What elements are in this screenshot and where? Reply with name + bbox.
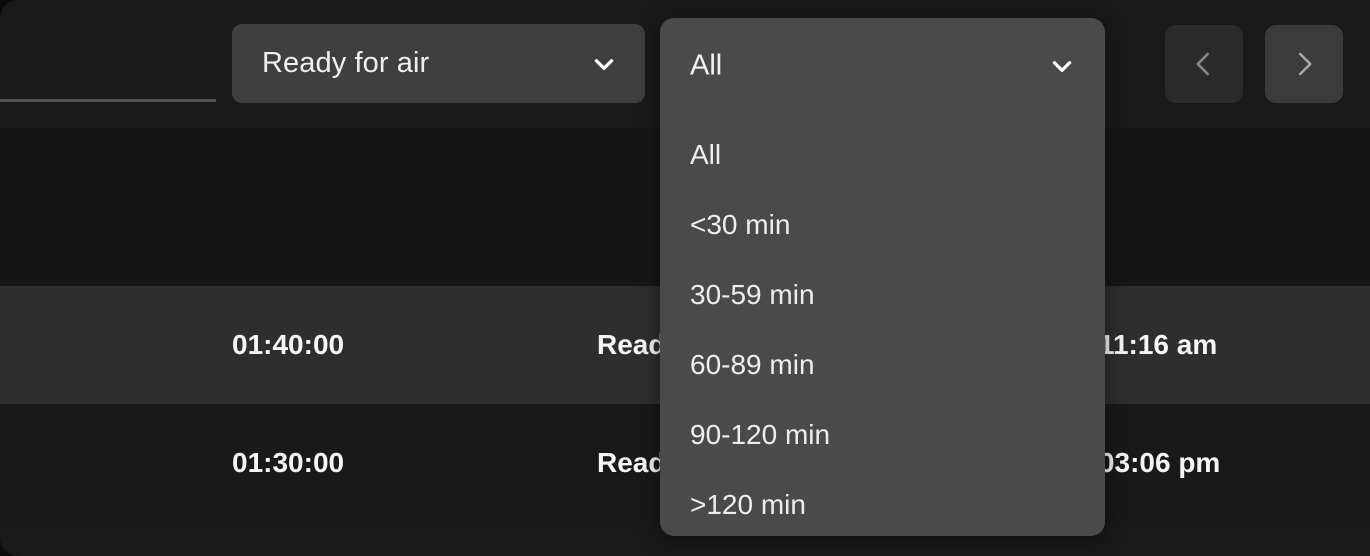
chevron-down-icon <box>1049 53 1075 79</box>
duration-option-label: >120 min <box>690 489 806 520</box>
duration-option-label: 30-59 min <box>690 279 815 310</box>
chevron-left-icon <box>1189 49 1219 79</box>
chevron-down-icon <box>591 51 617 77</box>
duration-option-90-120[interactable]: 90-120 min <box>660 400 1105 470</box>
previous-page-button[interactable] <box>1165 25 1243 103</box>
duration-filter-value: All <box>690 49 723 82</box>
duration-filter-select[interactable]: All <box>660 18 1105 114</box>
duration-option-label: 60-89 min <box>690 349 815 380</box>
duration-option-all[interactable]: All <box>660 120 1105 190</box>
duration-option-label: 90-120 min <box>690 419 831 450</box>
cell-duration: 01:40:00 <box>232 329 345 360</box>
status-filter-select[interactable]: Ready for air <box>232 24 645 103</box>
screen-root: Duration Status Updated 01:40:00 Ready f… <box>0 0 1370 556</box>
cell-duration: 01:30:00 <box>232 447 345 478</box>
duration-option-30-59[interactable]: 30-59 min <box>660 260 1105 330</box>
duration-option-gt-120[interactable]: >120 min <box>660 470 1105 536</box>
next-page-button[interactable] <box>1265 25 1343 103</box>
duration-option-label: All <box>690 139 722 170</box>
duration-option-60-89[interactable]: 60-89 min <box>660 330 1105 400</box>
search-input[interactable] <box>0 30 216 102</box>
duration-option-label: <30 min <box>690 209 791 240</box>
chevron-right-icon <box>1289 49 1319 79</box>
duration-filter-dropdown: All All <30 min 30-59 min 60-89 min 90-1… <box>660 18 1105 536</box>
content-card: Duration Status Updated 01:40:00 Ready f… <box>0 0 1370 556</box>
status-filter-value: Ready for air <box>262 47 430 79</box>
duration-option-lt-30[interactable]: <30 min <box>660 190 1105 260</box>
